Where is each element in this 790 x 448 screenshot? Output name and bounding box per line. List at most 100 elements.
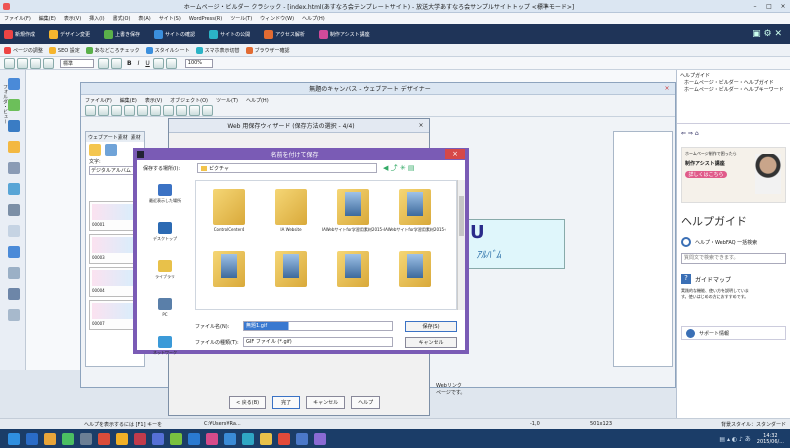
taskbar-app-icon[interactable] [98,432,110,445]
webart-menu-item[interactable]: 表示(V) [145,97,162,104]
material-category-icon[interactable] [89,144,101,156]
taskbar-app-icon[interactable] [152,432,164,445]
menu-item[interactable]: WordPress(R) [189,16,222,22]
folder-item[interactable]: IAWebサイトfor学習用素材2015-m... [384,185,446,247]
menu-item[interactable]: 表示(V) [64,15,81,22]
place-item[interactable]: ネットワーク [139,336,191,370]
ribbon-button[interactable]: サイトの公開 [209,29,250,39]
wa-undo-icon[interactable] [163,105,174,116]
folder-item[interactable]: IA Website [260,185,322,247]
left-tool-icon[interactable] [8,120,20,132]
folder-view-tab[interactable]: フォルダ・ビュー [2,84,9,124]
format-tool-8[interactable] [165,57,177,69]
taskbar-app-icon[interactable] [296,432,308,445]
guide-map-link[interactable]: ? ガイドマップ [677,268,790,286]
material-category2-icon[interactable] [105,144,117,156]
toolbar2-button[interactable]: あなどころチェック [85,46,140,54]
taskbar-app-icon[interactable] [242,432,254,445]
menu-item[interactable]: 表(A) [138,15,150,22]
left-tool-icon[interactable] [8,99,20,111]
wizard-cancel-button[interactable]: キャンセル [306,396,346,409]
filename-input[interactable]: 無題1.gif [243,321,393,331]
taskbar-app-icon[interactable] [278,432,290,445]
cancel-button[interactable]: キャンセル [405,336,457,348]
ribbon-button[interactable]: サイトの確認 [154,29,195,39]
left-tool-icon[interactable] [8,204,20,216]
help-tree-item-2[interactable]: ホームページ・ビルダー・ヘルプキーワード [680,86,787,93]
left-tool-icon[interactable] [8,183,20,195]
left-tool-icon[interactable] [8,141,20,153]
taskbar-app-icon[interactable] [170,432,182,445]
webart-menu-item[interactable]: ツール(T) [216,97,238,104]
taskbar-app-icon[interactable] [134,432,146,445]
left-tool-icon[interactable] [8,78,20,90]
close-button[interactable]: × [776,3,790,10]
wa-paste-icon[interactable] [150,105,161,116]
wizard-close-button[interactable]: × [413,122,429,129]
place-item[interactable]: デスクトップ [139,222,191,256]
place-item[interactable]: ライブラリ [139,260,191,294]
save-dialog-close-button[interactable]: × [445,149,465,159]
ribbon-button[interactable]: 新規作成 [4,29,35,39]
wa-copy-icon[interactable] [137,105,148,116]
taskbar-app-icon[interactable] [206,432,218,445]
webart-close-button[interactable]: × [659,85,675,92]
faq-link[interactable]: ヘルプ・WebFAQ 一括検索 [677,235,790,249]
promo-button[interactable]: 詳しくはこちら [685,171,727,178]
menu-item[interactable]: 挿入(I) [89,15,104,22]
help-tree-item-1[interactable]: ホームページ・ビルダー・ヘルプガイド [680,79,787,86]
wa-tool-icon[interactable] [189,105,200,116]
left-tool-icon[interactable] [8,225,20,237]
wa-tool2-icon[interactable] [202,105,213,116]
menu-item[interactable]: ツール(T) [230,15,252,22]
filetype-select[interactable]: GIF ファイル (*.gif) [243,337,393,347]
maximize-button[interactable]: □ [762,3,776,10]
menu-item[interactable]: 編集(E) [39,15,56,22]
place-item[interactable]: PC [139,298,191,332]
taskbar-app-icon[interactable] [314,432,326,445]
bold-button[interactable]: B [127,60,132,67]
left-tool-icon[interactable] [8,288,20,300]
toolbar2-button[interactable]: スタイルシート [145,46,190,54]
folder-item[interactable]: ControlCenter4 [198,185,260,247]
taskbar-app-icon[interactable] [224,432,236,445]
left-tool-icon[interactable] [8,267,20,279]
webart-canvas[interactable]: U ｱﾙﾊﾞﾑ [465,219,565,269]
webart-menu-item[interactable]: ヘルプ(H) [246,97,269,104]
wa-save-icon[interactable] [111,105,122,116]
toolbar2-button[interactable]: ページの調整 [4,46,43,54]
wizard-help-button[interactable]: ヘルプ [351,396,381,409]
wizard-finish-button[interactable]: 完了 [272,396,301,409]
place-item[interactable]: 最近表示した場所 [139,184,191,218]
zoom-select[interactable]: 100% [184,58,213,68]
ribbon-button[interactable]: 上書き保存 [104,29,140,39]
wa-open-icon[interactable] [98,105,109,116]
menu-item[interactable]: 書式(O) [113,15,131,22]
folder-item[interactable] [260,247,322,309]
taskbar-app-icon[interactable] [8,432,20,445]
menu-item[interactable]: ヘルプ(H) [302,15,325,22]
underline-button[interactable]: U [145,60,149,67]
format-tool-3[interactable] [30,57,41,69]
folder-item[interactable] [384,247,446,309]
help-promo-banner[interactable]: ホームページ制作で困ったら 制作アシスト講座 詳しくはこちら [681,147,786,203]
webart-menu-item[interactable]: ファイル(F) [85,97,112,104]
left-tool-icon[interactable] [8,246,20,258]
wizard-back-button[interactable]: < 戻る(B) [229,396,267,409]
ribbon-button[interactable]: 制作アシスト講座 [318,29,370,39]
taskbar-app-icon[interactable] [188,432,200,445]
help-search-input[interactable]: 質問文で検索できます。 [681,253,786,264]
toolbar2-button[interactable]: ブラウザー確認 [245,46,290,54]
wa-new-icon[interactable] [85,105,96,116]
toolbar2-button[interactable]: SEO 設定 [48,46,80,54]
nav-icons[interactable]: ◀ ⤴ ✳ ▤ [383,163,415,173]
wa-cut-icon[interactable] [124,105,135,116]
menu-item[interactable]: サイト(S) [159,15,181,22]
webart-menu-item[interactable]: 編集(E) [120,97,137,104]
support-link[interactable]: サポート情報 [681,326,786,340]
folder-item[interactable] [322,247,384,309]
location-select[interactable]: ピクチャ [197,163,377,173]
taskbar-app-icon[interactable] [26,432,38,445]
webart-menu-item[interactable]: オブジェクト(O) [170,97,208,104]
format-tool-2[interactable] [17,57,28,69]
